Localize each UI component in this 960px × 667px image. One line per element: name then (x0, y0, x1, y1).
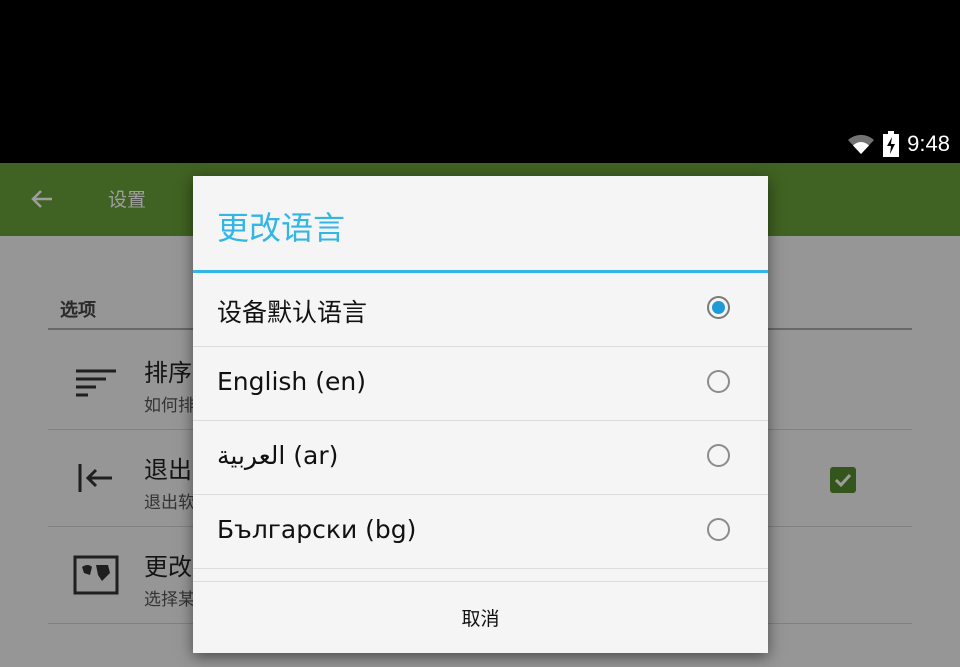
clock: 9:48 (907, 131, 950, 156)
language-option-label: English (en) (217, 367, 366, 396)
radio-unselected[interactable] (707, 370, 730, 393)
status-icons: 9:48 (847, 128, 950, 160)
language-option-label: العربية (ar) (217, 441, 339, 470)
radio-selected[interactable] (707, 296, 730, 319)
language-option-arabic[interactable]: العربية (ar) (193, 421, 768, 495)
dialog-title: 更改语言 (217, 209, 346, 247)
battery-charging-icon (883, 131, 900, 157)
language-option-default[interactable]: 设备默认语言 (193, 273, 768, 347)
radio-unselected[interactable] (707, 444, 730, 467)
language-option-label: Български (bg) (217, 515, 417, 544)
language-option-bulgarian[interactable]: Български (bg) (193, 495, 768, 569)
language-option-label: 设备默认语言 (217, 298, 368, 327)
change-language-dialog: 更改语言 设备默认语言 English (en) العربية (ar) Бъ… (193, 176, 768, 653)
status-bar: 9:48 (0, 0, 960, 163)
cancel-button[interactable]: 取消 (193, 582, 768, 653)
language-option-english[interactable]: English (en) (193, 347, 768, 421)
radio-unselected[interactable] (707, 518, 730, 541)
wifi-icon (848, 134, 875, 154)
